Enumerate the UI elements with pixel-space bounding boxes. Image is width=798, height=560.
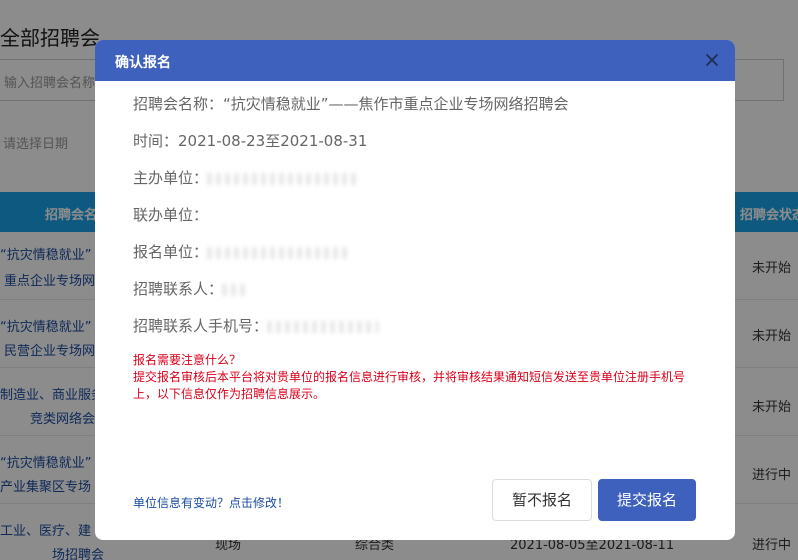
contact-label: 招聘联系人： (133, 280, 224, 298)
fair-name-label: 招聘会名称： (133, 95, 224, 113)
contact-row: 招聘联系人： (133, 278, 250, 299)
dialog-title: 确认报名 (115, 55, 171, 71)
host-value-redacted (208, 172, 357, 185)
time-label: 时间： (133, 132, 179, 150)
contact-phone-row: 招聘联系人手机号： (133, 315, 379, 336)
submit-button[interactable]: 提交报名 (598, 479, 696, 521)
applicant-label: 报名单位： (133, 243, 209, 261)
applicant-row: 报名单位： (133, 241, 349, 262)
notice-body: 提交报名审核后本平台将对贵单位的报名信息进行审核，并将审核结果通知短信发送至贵单… (133, 370, 686, 401)
contact-value-redacted (223, 283, 250, 296)
cancel-button[interactable]: 暂不报名 (492, 479, 592, 521)
co-host-label: 联办单位： (133, 206, 209, 224)
contact-phone-label: 招聘联系人手机号： (133, 317, 269, 335)
contact-phone-value-redacted (268, 320, 379, 333)
notice-title: 报名需要注意什么？ (133, 353, 242, 367)
confirm-registration-dialog: 确认报名 招聘会名称：“抗灾情稳就业”——焦作市重点企业专场网络招聘会 时间：2… (95, 40, 735, 540)
time-row: 时间：2021-08-23至2021-08-31 (133, 130, 367, 151)
dialog-header: 确认报名 (95, 40, 735, 81)
edit-unit-info-link[interactable]: 单位信息有变动？点击修改！ (133, 494, 289, 511)
host-row: 主办单位： (133, 167, 357, 188)
close-icon[interactable] (703, 51, 721, 69)
fair-name-row: 招聘会名称：“抗灾情稳就业”——焦作市重点企业专场网络招聘会 (133, 93, 569, 114)
fair-name-value: “抗灾情稳就业”——焦作市重点企业专场网络招聘会 (223, 95, 569, 113)
applicant-value-redacted (208, 246, 349, 259)
notice-block: 报名需要注意什么？ 提交报名审核后本平台将对贵单位的报名信息进行审核，并将审核结… (133, 352, 703, 403)
host-label: 主办单位： (133, 169, 209, 187)
time-value: 2021-08-23至2021-08-31 (178, 132, 368, 150)
co-host-row: 联办单位： (133, 204, 208, 225)
